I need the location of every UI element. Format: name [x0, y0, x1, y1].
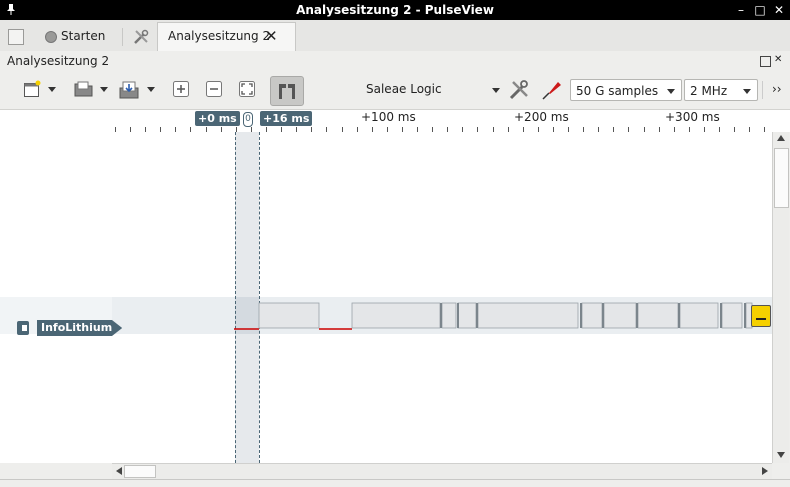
tab-separator [122, 28, 123, 46]
scroll-up-arrow[interactable] [777, 135, 785, 141]
signal-edge-cluster [720, 303, 722, 328]
signal-high-segment [721, 302, 743, 329]
chevron-down-icon [667, 89, 675, 94]
sample-count-value: 50 G samples [576, 84, 659, 98]
signal-high-segment [679, 302, 719, 329]
main-toolbar: Saleae Logic 50 G samples 2 MHz ›› [0, 71, 790, 110]
tab-start[interactable]: Starten [40, 22, 112, 50]
open-file-icon[interactable] [74, 80, 93, 98]
signal-edge-cluster [744, 303, 746, 328]
horizontal-scrollbar[interactable] [112, 463, 772, 479]
tab-session[interactable]: Analysesitzung 2 ✕ [157, 22, 296, 53]
toolbar-separator [762, 81, 763, 99]
more-actions-icon[interactable]: ›› [772, 82, 782, 96]
channel-color-notch [22, 325, 27, 331]
signal-high-segment [637, 302, 679, 329]
samplerate-select[interactable]: 2 MHz [684, 79, 758, 101]
scroll-left-arrow[interactable] [116, 467, 122, 475]
tab-start-label: Starten [61, 29, 106, 43]
signal-edge-cluster [602, 303, 604, 328]
device-dropdown-icon[interactable] [492, 88, 500, 93]
start-icon [45, 30, 57, 43]
sample-count-select[interactable]: 50 G samples [570, 79, 682, 101]
marker-bar [756, 318, 766, 320]
signal-edge-cluster [440, 303, 442, 328]
ruler-label-100: +100 ms [361, 110, 416, 124]
device-label[interactable]: Saleae Logic [366, 82, 442, 96]
horizontal-scroll-thumb[interactable] [124, 465, 156, 478]
scroll-right-arrow[interactable] [762, 467, 768, 475]
signal-high-segment [258, 302, 320, 329]
close-dock-icon[interactable]: ✕ [774, 54, 782, 65]
cursor-right-flag[interactable]: +16 ms [260, 111, 313, 126]
zoom-in-icon[interactable] [172, 80, 190, 98]
cursor-left-flag[interactable]: +0 ms [195, 111, 240, 126]
undock-icon[interactable] [760, 56, 771, 67]
window-title: Analysesitzung 2 - PulseView [296, 3, 494, 17]
signal-edge-cluster [457, 303, 459, 328]
vertical-scrollbar[interactable] [772, 132, 789, 463]
signal-high-segment [351, 302, 441, 329]
samplerate-value: 2 MHz [690, 84, 728, 98]
signal-high-segment [603, 302, 637, 329]
tab-close-icon[interactable]: ✕ [265, 27, 278, 45]
maximize-button[interactable]: □ [752, 2, 768, 18]
signal-edge-cluster [678, 303, 680, 328]
signal-edge-cluster [580, 303, 582, 328]
settings-tools-icon[interactable] [132, 28, 152, 46]
signal-trace [234, 302, 753, 330]
vertical-scroll-thumb[interactable] [774, 148, 789, 208]
minimize-button[interactable]: – [733, 2, 749, 18]
new-view-dropdown-icon[interactable] [48, 87, 56, 92]
new-view-icon[interactable] [23, 80, 41, 98]
ruler-label-200: +200 ms [514, 110, 569, 124]
close-window-button[interactable]: ✕ [771, 2, 787, 18]
signal-high-segment [581, 302, 603, 329]
cursor-handle[interactable]: 0 [243, 112, 253, 127]
session-tab-bar: Starten Analysesitzung 2 ✕ [0, 20, 790, 53]
save-dropdown-icon[interactable] [147, 87, 155, 92]
window-titlebar: Analysesitzung 2 - PulseView – □ ✕ [0, 0, 790, 20]
signal-edge-cluster [636, 303, 638, 328]
signal-high-segment [457, 302, 477, 329]
save-file-icon[interactable] [118, 80, 139, 99]
cursor-toggle-button[interactable] [270, 76, 304, 106]
session-header: Analysesitzung 2 ✕ [0, 51, 790, 71]
chevron-down-icon [743, 89, 751, 94]
trigger-marker[interactable] [751, 305, 771, 327]
open-dropdown-icon[interactable] [100, 87, 108, 92]
new-window-icon[interactable] [8, 29, 24, 45]
ruler-label-300: +300 ms [665, 110, 720, 124]
session-title: Analysesitzung 2 [7, 54, 110, 68]
scroll-down-arrow[interactable] [777, 452, 785, 458]
signal-edge-cluster [476, 303, 478, 328]
signal-high-segment [477, 302, 579, 329]
probe-icon[interactable] [541, 79, 563, 101]
zoom-fit-icon[interactable] [238, 80, 256, 98]
zoom-out-icon[interactable] [205, 80, 223, 98]
channel-label-infolithium[interactable]: InfoLithium [37, 320, 123, 336]
tab-session-label: Analysesitzung 2 [168, 29, 271, 43]
signal-high-segment [441, 302, 457, 329]
device-config-icon[interactable] [508, 79, 530, 101]
